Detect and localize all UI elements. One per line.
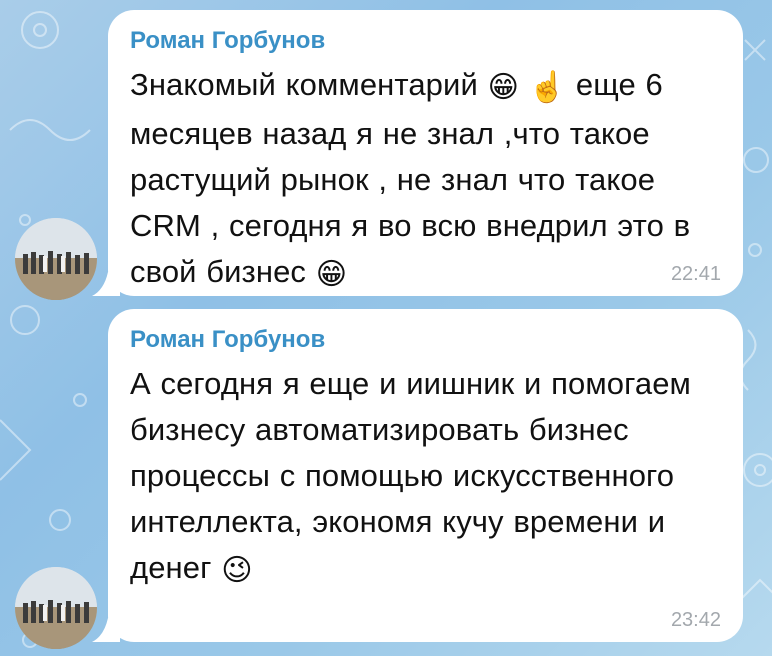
message-bubble[interactable]: Роман Горбунов А сегодня я еще и иишник … [108,309,743,642]
sender-avatar[interactable] [15,218,97,300]
sender-name[interactable]: Роман Горбунов [130,26,719,56]
sender-avatar[interactable] [15,567,97,649]
winking-face-emoji: 😉 [221,554,253,587]
message-text: Знакомый комментарий 😁 ☝️ еще 6 месяцев … [130,67,691,291]
pointing-up-emoji: ☝️ [528,71,567,104]
message-text: А сегодня я еще и иишник и помогаем бизн… [130,366,691,587]
grinning-face-emoji: 😁 [487,71,519,104]
message-time: 22:41 [670,263,721,285]
grinning-face-emoji: 😁 [315,258,348,291]
message-time: 23:42 [670,609,721,631]
sender-name[interactable]: Роман Горбунов [130,325,719,355]
message-bubble[interactable]: Роман Горбунов Знакомый комментарий 😁 ☝️… [108,10,743,296]
